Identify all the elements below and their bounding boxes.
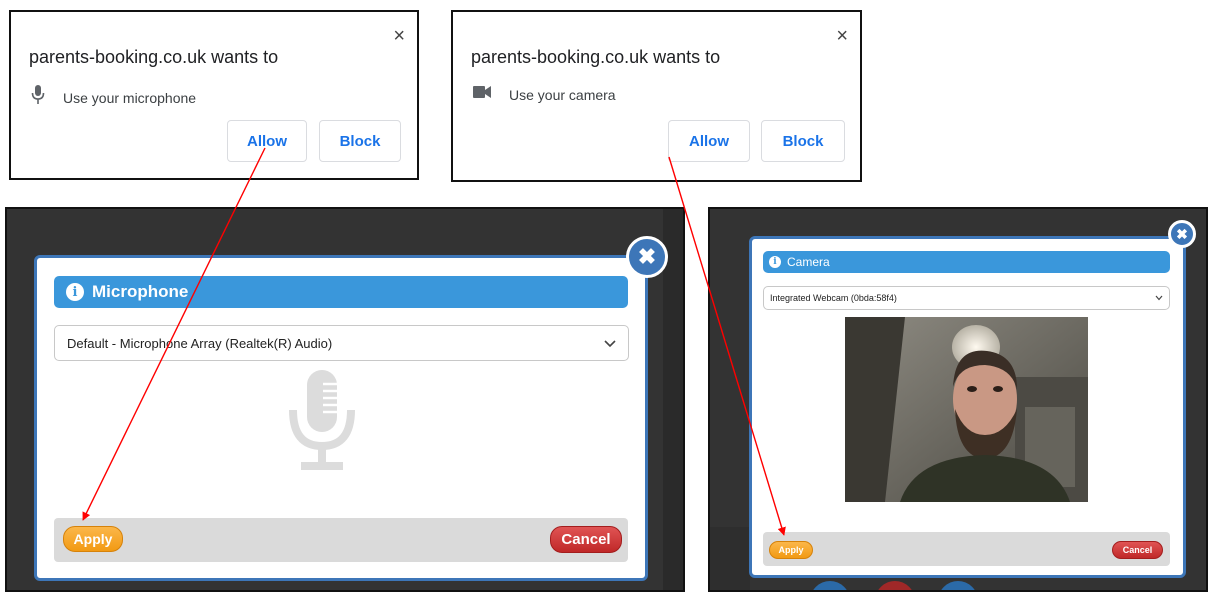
modal-footer: Apply Cancel	[763, 532, 1170, 566]
permission-label: Use your camera	[509, 86, 616, 103]
block-button[interactable]: Block	[319, 120, 401, 162]
permission-row: Use your camera	[473, 85, 616, 104]
chevron-down-icon	[1155, 293, 1163, 303]
close-modal-button[interactable]: ✖	[626, 236, 668, 278]
selected-device: Default - Microphone Array (Realtek(R) A…	[67, 335, 333, 351]
prompt-title: parents-booking.co.uk wants to	[471, 47, 721, 67]
modal-header: i Microphone	[54, 276, 628, 308]
camera-permission-prompt: parents-booking.co.uk wants to × Use you…	[451, 10, 862, 182]
microphone-modal: i Microphone Default - Microphone Array …	[34, 255, 648, 581]
apply-button[interactable]: Apply	[769, 541, 813, 559]
control-circle[interactable]	[810, 581, 850, 590]
camera-modal: i Camera Integrated Webcam (0bda:58f4) A…	[749, 236, 1186, 578]
backdrop-panel	[710, 527, 750, 590]
close-modal-button[interactable]: ✖	[1168, 220, 1196, 248]
control-circle[interactable]	[875, 581, 915, 590]
camera-icon	[473, 85, 491, 104]
chevron-down-icon	[604, 336, 616, 351]
block-button[interactable]: Block	[761, 120, 845, 162]
selected-device: Integrated Webcam (0bda:58f4)	[770, 293, 897, 303]
info-icon: i	[66, 283, 84, 301]
permission-row: Use your microphone	[31, 85, 196, 110]
modal-footer: Apply Cancel	[54, 518, 628, 562]
scrollbar-track[interactable]	[663, 209, 683, 590]
modal-header: i Camera	[763, 251, 1170, 273]
camera-select[interactable]: Integrated Webcam (0bda:58f4)	[763, 286, 1170, 310]
info-icon: i	[769, 256, 781, 268]
control-circle[interactable]	[938, 581, 978, 590]
modal-title: Microphone	[92, 282, 189, 301]
close-icon[interactable]: ×	[393, 26, 405, 46]
microphone-select[interactable]: Default - Microphone Array (Realtek(R) A…	[54, 325, 629, 361]
cancel-button[interactable]: Cancel	[1112, 541, 1163, 559]
microphone-icon	[287, 370, 357, 480]
cancel-button[interactable]: Cancel	[550, 526, 622, 553]
modal-title: Camera	[787, 255, 830, 269]
allow-button[interactable]: Allow	[227, 120, 307, 162]
permission-label: Use your microphone	[63, 89, 197, 106]
composite-screenshot: parents-booking.co.uk wants to × Use you…	[0, 0, 1210, 592]
prompt-title: parents-booking.co.uk wants to	[29, 47, 279, 67]
microphone-permission-prompt: parents-booking.co.uk wants to × Use you…	[9, 10, 419, 180]
close-icon[interactable]: ×	[836, 26, 848, 46]
apply-button[interactable]: Apply	[63, 526, 123, 552]
allow-button[interactable]: Allow	[668, 120, 750, 162]
microphone-icon	[31, 85, 45, 110]
camera-preview	[845, 317, 1088, 502]
